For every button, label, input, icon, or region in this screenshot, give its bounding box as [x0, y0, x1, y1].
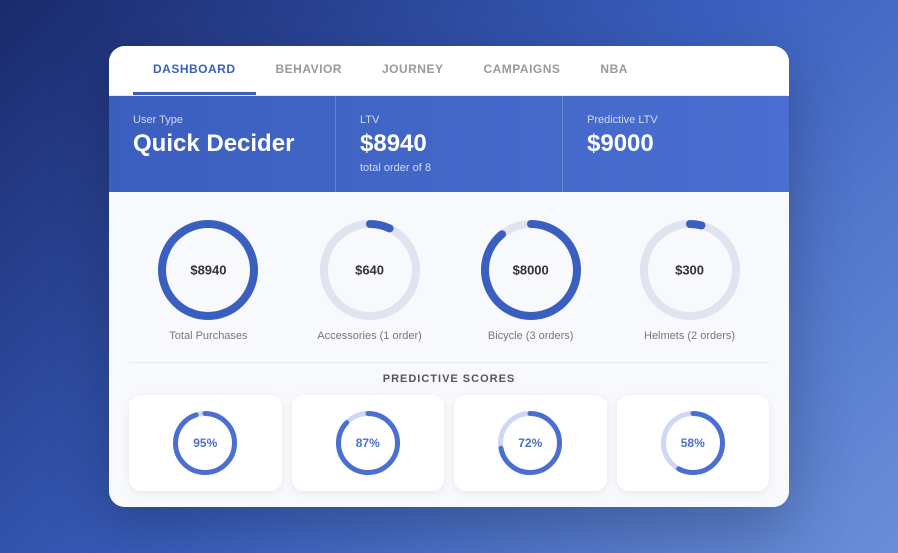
nav-tab-behavior[interactable]: BEHAVIOR: [256, 46, 362, 95]
predictive-scores-title: PREDICTIVE SCORES: [129, 362, 769, 395]
nav-tab-campaigns[interactable]: CAMPAIGNS: [463, 46, 580, 95]
ltv-subtext: total order of 8: [360, 162, 538, 174]
donut-1: $640: [320, 220, 420, 320]
score-label-3: 58%: [681, 436, 705, 450]
chart-caption-3: Helmets (2 orders): [644, 330, 735, 342]
donut-2: $8000: [481, 220, 581, 320]
score-card-0: 95%: [129, 395, 282, 491]
nav-tab-journey[interactable]: JOURNEY: [362, 46, 464, 95]
score-card-3: 58%: [617, 395, 770, 491]
predictive-section: PREDICTIVE SCORES 95% 87% 72% 58%: [109, 362, 789, 507]
donut-label-3: $300: [675, 263, 704, 278]
chart-item-3: $300 Helmets (2 orders): [640, 220, 740, 342]
header-banner: User Type Quick Decider LTV $8940 total …: [109, 96, 789, 192]
ltv-value: $8940: [360, 130, 538, 158]
ltv-section: LTV $8940 total order of 8: [336, 96, 563, 192]
scores-row: 95% 87% 72% 58%: [129, 395, 769, 507]
chart-caption-0: Total Purchases: [169, 330, 247, 342]
score-donut-0: 95%: [173, 411, 237, 475]
score-donut-3: 58%: [661, 411, 725, 475]
chart-caption-2: Bicycle (3 orders): [488, 330, 574, 342]
charts-section: $8940 Total Purchases $640 Accessories (1 o…: [109, 192, 789, 362]
score-donut-1: 87%: [336, 411, 400, 475]
chart-item-1: $640 Accessories (1 order): [317, 220, 422, 342]
user-type-value: Quick Decider: [133, 130, 311, 158]
user-type-label: User Type: [133, 114, 311, 126]
donut-label-1: $640: [355, 263, 384, 278]
predictive-ltv-value: $9000: [587, 130, 765, 158]
dashboard-card: DASHBOARDBEHAVIORJOURNEYCAMPAIGNSNBA Use…: [109, 46, 789, 507]
nav-tab-dashboard[interactable]: DASHBOARD: [133, 46, 256, 95]
predictive-ltv-label: Predictive LTV: [587, 114, 765, 126]
ltv-label: LTV: [360, 114, 538, 126]
donut-0: $8940: [158, 220, 258, 320]
chart-caption-1: Accessories (1 order): [317, 330, 422, 342]
score-label-2: 72%: [518, 436, 542, 450]
score-card-2: 72%: [454, 395, 607, 491]
score-card-1: 87%: [292, 395, 445, 491]
user-type-section: User Type Quick Decider: [109, 96, 336, 192]
nav-tab-nba[interactable]: NBA: [580, 46, 648, 95]
nav-tabs: DASHBOARDBEHAVIORJOURNEYCAMPAIGNSNBA: [109, 46, 789, 96]
donut-3: $300: [640, 220, 740, 320]
score-donut-2: 72%: [498, 411, 562, 475]
predictive-ltv-section: Predictive LTV $9000: [563, 96, 789, 192]
donut-label-2: $8000: [513, 263, 549, 278]
score-label-1: 87%: [356, 436, 380, 450]
chart-item-2: $8000 Bicycle (3 orders): [481, 220, 581, 342]
chart-item-0: $8940 Total Purchases: [158, 220, 258, 342]
donut-label-0: $8940: [190, 263, 226, 278]
score-label-0: 95%: [193, 436, 217, 450]
